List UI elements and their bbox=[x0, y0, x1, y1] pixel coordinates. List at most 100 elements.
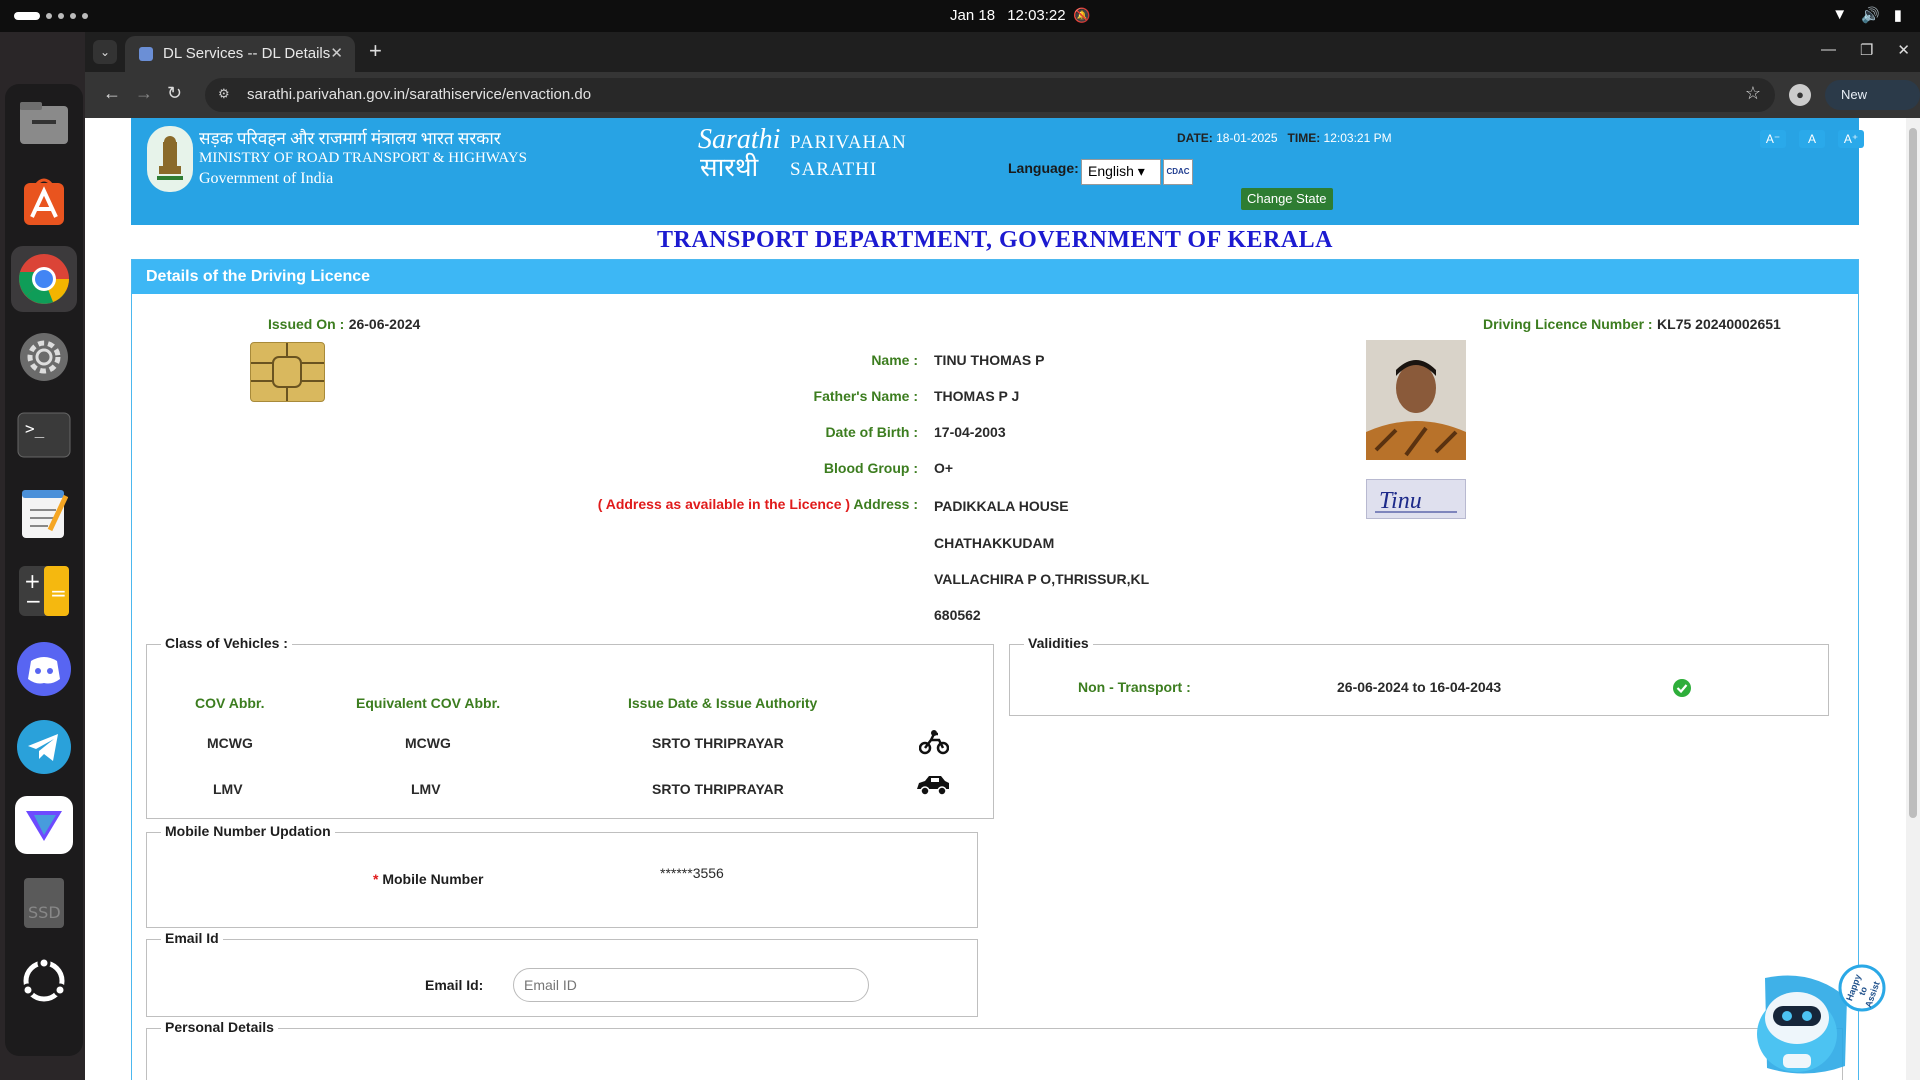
proton-vpn-icon[interactable] bbox=[11, 792, 77, 858]
validities-section: Validities Non - Transport : 26-06-2024 … bbox=[1009, 635, 1829, 716]
change-state-button[interactable]: Change State bbox=[1241, 188, 1333, 210]
text-editor-icon[interactable] bbox=[11, 480, 77, 546]
tab-title: DL Services -- DL Details bbox=[163, 45, 331, 62]
blood-group-value: O+ bbox=[934, 460, 954, 476]
cdac-logo: CDAC bbox=[1163, 159, 1193, 185]
volume-icon: 🔊 bbox=[1861, 7, 1880, 24]
required-asterisk: * bbox=[373, 871, 379, 887]
address-note: ( Address as available in the Licence ) bbox=[597, 496, 851, 512]
minimize-button[interactable]: — bbox=[1821, 41, 1836, 59]
national-emblem-icon bbox=[147, 126, 193, 192]
email-input[interactable] bbox=[513, 968, 869, 1002]
father-name-value: THOMAS P J bbox=[934, 388, 1020, 404]
mobile-legend: Mobile Number Updation bbox=[161, 823, 335, 839]
equiv-cov-cell: MCWG bbox=[405, 735, 451, 751]
font-decrease-button[interactable]: A⁻ bbox=[1760, 130, 1786, 148]
name-value: TINU THOMAS P bbox=[934, 352, 1045, 368]
discord-icon[interactable] bbox=[11, 636, 77, 702]
tab-close-icon[interactable]: ✕ bbox=[330, 44, 343, 62]
notifications-muted-icon: 🔕 bbox=[1073, 7, 1091, 23]
mobile-number-value: ******3556 bbox=[660, 865, 724, 881]
non-transport-label: Non - Transport : bbox=[1078, 679, 1191, 695]
page-scrollbar[interactable] bbox=[1906, 118, 1920, 1080]
father-name-label: Father's Name : bbox=[813, 388, 918, 404]
browser-toolbar: ← → ↻ ⚙ sarathi.parivahan.gov.in/sarathi… bbox=[85, 72, 1920, 192]
non-transport-validity: 26-06-2024 to 16-04-2043 bbox=[1337, 679, 1502, 695]
svg-text:Sarathi: Sarathi bbox=[698, 124, 780, 155]
reload-button[interactable]: ↻ bbox=[167, 83, 182, 104]
chrome-icon[interactable] bbox=[11, 246, 77, 312]
svg-text:>_: >_ bbox=[25, 419, 45, 438]
address-label: Address : bbox=[853, 496, 918, 512]
blood-group-label: Blood Group : bbox=[823, 460, 918, 476]
forward-button[interactable]: → bbox=[135, 83, 153, 104]
motorcycle-icon bbox=[918, 729, 950, 760]
language-select[interactable]: English ▾ bbox=[1081, 159, 1161, 185]
signature-image: Tinu bbox=[1366, 479, 1466, 519]
validities-legend: Validities bbox=[1024, 635, 1093, 651]
cov-abbr-cell: LMV bbox=[213, 781, 243, 797]
svg-text:सारथी: सारथी bbox=[700, 152, 760, 182]
panel-heading: Details of the Driving Licence bbox=[132, 260, 1858, 294]
address-bar[interactable]: ⚙ sarathi.parivahan.gov.in/sarathiservic… bbox=[205, 78, 1775, 112]
system-time: 12:03:22 bbox=[1007, 7, 1066, 24]
dl-number-value: KL75 20240002651 bbox=[1657, 316, 1781, 332]
dob-value: 17-04-2003 bbox=[934, 424, 1006, 440]
ssd-drive-icon[interactable]: SSD bbox=[11, 870, 77, 936]
licence-holder-photo bbox=[1366, 340, 1466, 460]
profile-icon[interactable]: ● bbox=[1789, 84, 1811, 106]
new-tab-button[interactable]: + bbox=[369, 38, 382, 64]
parivahan-text: PARIVAHAN bbox=[790, 132, 907, 153]
settings-icon[interactable] bbox=[11, 324, 77, 390]
issued-on: Issued On : 26-06-2024 bbox=[268, 316, 420, 334]
date-label: DATE: bbox=[1177, 131, 1213, 145]
cov-abbr-header: COV Abbr. bbox=[195, 695, 265, 711]
maximize-button[interactable]: ❐ bbox=[1860, 41, 1873, 59]
terminal-icon[interactable]: >_ bbox=[11, 402, 77, 468]
font-normal-button[interactable]: A bbox=[1799, 130, 1825, 148]
issue-authority-cell: SRTO THRIPRAYAR bbox=[652, 735, 784, 751]
tab-strip: ⌄ DL Services -- DL Details ✕ + — ❐ ✕ bbox=[85, 32, 1920, 72]
address-line: CHATHAKKUDAM bbox=[934, 535, 1055, 551]
valid-check-icon bbox=[1673, 679, 1691, 702]
mobile-number-section: Mobile Number Updation * Mobile Number *… bbox=[146, 823, 978, 928]
system-tray[interactable]: ▼ 🔊 ▮ bbox=[1832, 6, 1902, 24]
calculator-icon[interactable]: + − = bbox=[11, 558, 77, 624]
address-line: 680562 bbox=[934, 607, 981, 623]
site-info-icon[interactable]: ⚙ bbox=[218, 86, 230, 102]
app-center-icon[interactable] bbox=[11, 168, 77, 234]
name-label: Name : bbox=[871, 352, 918, 368]
date-value: 18-01-2025 bbox=[1216, 131, 1278, 145]
issue-authority-header: Issue Date & Issue Authority bbox=[628, 695, 818, 711]
tab-search-button[interactable]: ⌄ bbox=[93, 40, 117, 64]
back-button[interactable]: ← bbox=[103, 83, 121, 104]
time-value: 12:03:21 PM bbox=[1323, 131, 1392, 145]
licence-details-panel: Details of the Driving Licence Issued On… bbox=[131, 259, 1859, 1080]
dl-number: Driving Licence Number : KL75 2024000265… bbox=[1483, 316, 1781, 334]
chat-assistant-button[interactable]: Happy to Assist bbox=[1737, 958, 1887, 1080]
sarathi-text: SARATHI bbox=[790, 159, 878, 180]
mobile-number-label-row: * Mobile Number bbox=[373, 871, 483, 887]
personal-details-section: Personal Details bbox=[146, 1019, 1843, 1080]
bookmark-star-icon[interactable]: ☆ bbox=[1745, 83, 1761, 104]
hindi-ministry-line: सड़क परिवहन और राजमार्ग मंत्रालय भारत सर… bbox=[199, 129, 501, 148]
equiv-cov-cell: LMV bbox=[411, 781, 441, 797]
telegram-icon[interactable] bbox=[11, 714, 77, 780]
system-clock[interactable]: Jan 18 12:03:22 bbox=[950, 7, 1074, 24]
files-icon[interactable] bbox=[11, 90, 77, 156]
email-legend: Email Id bbox=[161, 930, 223, 946]
font-increase-button[interactable]: A⁺ bbox=[1838, 130, 1864, 148]
svg-text:Tinu: Tinu bbox=[1379, 488, 1422, 514]
tab-dl-services[interactable]: DL Services -- DL Details ✕ bbox=[125, 36, 355, 72]
date-time-display: DATE: 18-01-2025 TIME: 12:03:21 PM bbox=[1177, 131, 1392, 145]
address-line: VALLACHIRA P O,THRISSUR,KL bbox=[934, 571, 1150, 587]
issue-authority-cell: SRTO THRIPRAYAR bbox=[652, 781, 784, 797]
activities-indicator[interactable] bbox=[14, 12, 88, 20]
show-apps-icon[interactable] bbox=[11, 948, 77, 1014]
cov-legend: Class of Vehicles : bbox=[161, 635, 292, 651]
new-chrome-available-button[interactable]: New Chrome available ⋮ bbox=[1825, 80, 1920, 192]
close-window-button[interactable]: ✕ bbox=[1897, 41, 1910, 59]
svg-text:−: − bbox=[25, 589, 42, 613]
personal-details-legend: Personal Details bbox=[161, 1019, 278, 1035]
class-of-vehicles-section: Class of Vehicles : COV Abbr. Equivalent… bbox=[146, 635, 994, 819]
